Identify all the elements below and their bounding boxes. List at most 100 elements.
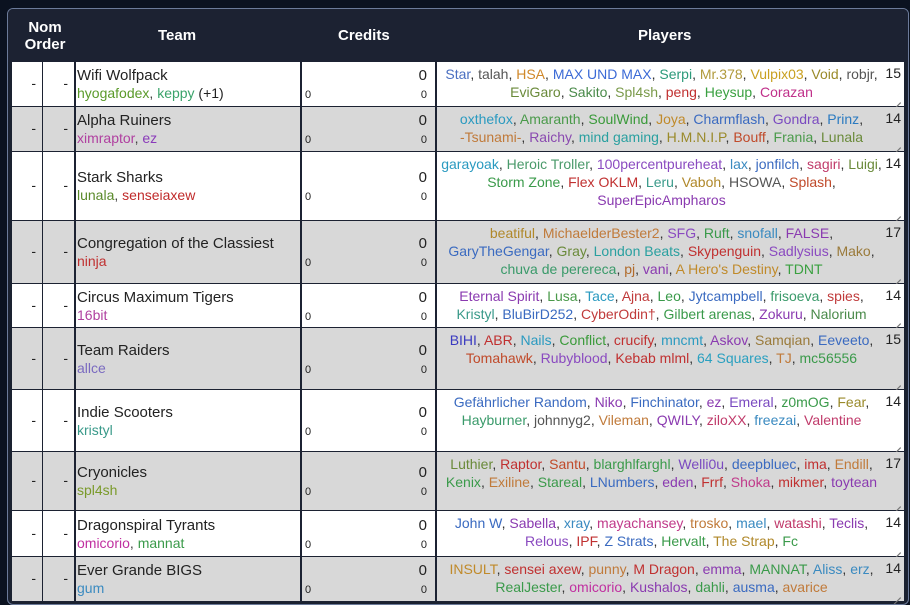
player-name[interactable]: Valentine [804,412,861,428]
team-cell[interactable]: Circus Maximum Tigers 16bit [75,284,302,327]
player-name[interactable]: Frania [774,129,814,145]
nom-cell[interactable]: - [12,284,43,327]
player-name[interactable]: Splash [789,174,832,190]
nom-cell[interactable]: - [12,221,43,283]
player-name[interactable]: Samqian [755,332,810,348]
player-name[interactable]: Gondra [773,111,820,127]
player-name[interactable]: Gilbert arenas [663,306,751,322]
nom-cell[interactable]: - [12,557,43,601]
player-name[interactable]: Sadlysius [769,243,829,259]
player-name[interactable]: Gefährlicher Random [454,394,587,410]
player-name[interactable]: snofall [737,225,777,241]
player-name[interactable]: Mako [836,243,870,259]
player-name[interactable]: jonfilch [756,156,800,172]
player-name[interactable]: mind gaming [579,129,659,145]
header-players[interactable]: Players [638,27,691,44]
player-name[interactable]: INSULT [449,561,496,577]
order-cell[interactable]: - [42,152,76,220]
player-name[interactable]: Spl4sh [615,84,658,100]
player-name[interactable]: eden [662,474,693,490]
player-name[interactable]: vani [643,261,669,277]
players-cell[interactable]: Luthier, Raptor, Santu, blarghlfarghl, W… [437,452,904,510]
player-name[interactable]: Nails [521,332,552,348]
player-name[interactable]: Shoka [731,474,771,490]
player-name[interactable]: Relous [525,533,569,549]
player-name[interactable]: M Dragon [633,561,694,577]
player-name[interactable]: Sakito [568,84,607,100]
players-cell[interactable]: beatiful, MichaelderBester2, SFG, Ruft, … [437,221,904,283]
player-name[interactable]: HSA [516,66,545,82]
players-cell[interactable]: Star, talah, HSA, MAX UND MAX, Serpi, Mr… [437,62,904,106]
order-cell[interactable]: - [42,284,76,327]
player-name[interactable]: ez [707,394,722,410]
order-cell[interactable]: - [42,328,76,389]
order-cell[interactable]: - [42,452,76,510]
player-name[interactable]: punny [588,561,625,577]
player-name[interactable]: oxthefox [460,111,513,127]
player-name[interactable]: Tace [585,288,615,304]
resize-grip-icon[interactable] [892,377,902,387]
header-team[interactable]: Team [158,27,196,44]
player-name[interactable]: robjr [846,66,873,82]
player-name[interactable]: Luigi [848,156,878,172]
order-cell[interactable]: - [42,62,76,106]
player-name[interactable]: IPF [576,533,596,549]
players-cell[interactable]: Eternal Spirit, Lusa, Tace, Ajna, Leo, J… [437,284,904,327]
nom-cell[interactable]: - [12,511,43,556]
team-cell[interactable]: Indie Scooters kristyl [75,390,302,451]
resize-grip-icon[interactable] [892,271,902,281]
resize-grip-icon[interactable] [892,439,902,449]
player-name[interactable]: EviGaro [510,84,561,100]
player-name[interactable]: HSOWA [729,174,781,190]
team-cell[interactable]: Dragonspiral Tyrants omicorio, mannat [75,511,302,556]
team-cell[interactable]: Cryonicles spl4sh [75,452,302,510]
player-name[interactable]: BIHI [450,332,477,348]
player-name[interactable]: sagiri [807,156,840,172]
player-name[interactable]: Mr.378 [700,66,743,82]
player-name[interactable]: peng [666,84,697,100]
resize-grip-icon[interactable] [892,94,902,104]
player-name[interactable]: dahli [695,579,725,595]
player-name[interactable]: Leru [646,174,674,190]
player-name[interactable]: Storm Zone [487,174,560,190]
player-name[interactable]: spies [827,288,860,304]
player-name[interactable]: Kebab mlml [615,350,689,366]
player-name[interactable]: 100percentpureheat [597,156,722,172]
player-name[interactable]: Gray [557,243,586,259]
player-name[interactable]: Z Strats [604,533,653,549]
player-name[interactable]: Aliss [813,561,843,577]
order-cell[interactable]: - [42,221,76,283]
player-name[interactable]: -Tsunami- [460,129,521,145]
player-name[interactable]: mayachansey [597,515,682,531]
team-cell[interactable]: Ever Grande BIGS gum [75,557,302,601]
player-name[interactable]: trosko [690,515,728,531]
player-name[interactable]: johnnyg2 [534,412,591,428]
player-name[interactable]: deepbluec [732,456,797,472]
player-name[interactable]: mael [736,515,766,531]
player-name[interactable]: Stareal [538,474,582,490]
player-name[interactable]: Rubyblood [541,350,608,366]
player-name[interactable]: Askov [710,332,747,348]
header-nom-order[interactable]: Nom Order [10,19,80,53]
player-name[interactable]: SoulWind [588,111,648,127]
player-name[interactable]: chuva de perereca [500,261,616,277]
player-name[interactable]: Hayburner [462,412,527,428]
player-name[interactable]: Lunala [821,129,863,145]
player-name[interactable]: Sabella [509,515,556,531]
player-name[interactable]: Eeveeto [818,332,869,348]
player-name[interactable]: erz [850,561,869,577]
player-name[interactable]: Endill [835,456,869,472]
player-name[interactable]: blarghlfarghl [594,456,671,472]
player-name[interactable]: mc56556 [800,350,858,366]
player-name[interactable]: MichaelderBester2 [543,225,660,241]
player-name[interactable]: Santu [549,456,586,472]
resize-grip-icon[interactable] [892,589,902,599]
order-cell[interactable]: - [42,511,76,556]
player-name[interactable]: SuperEpicAmpharos [597,192,725,208]
resize-grip-icon[interactable] [892,315,902,325]
player-name[interactable]: ausma [733,579,775,595]
player-name[interactable]: John W [455,515,502,531]
player-name[interactable]: Raptor [500,456,541,472]
player-name[interactable]: CyberOdin† [581,306,656,322]
player-name[interactable]: Eternal Spirit [459,288,539,304]
